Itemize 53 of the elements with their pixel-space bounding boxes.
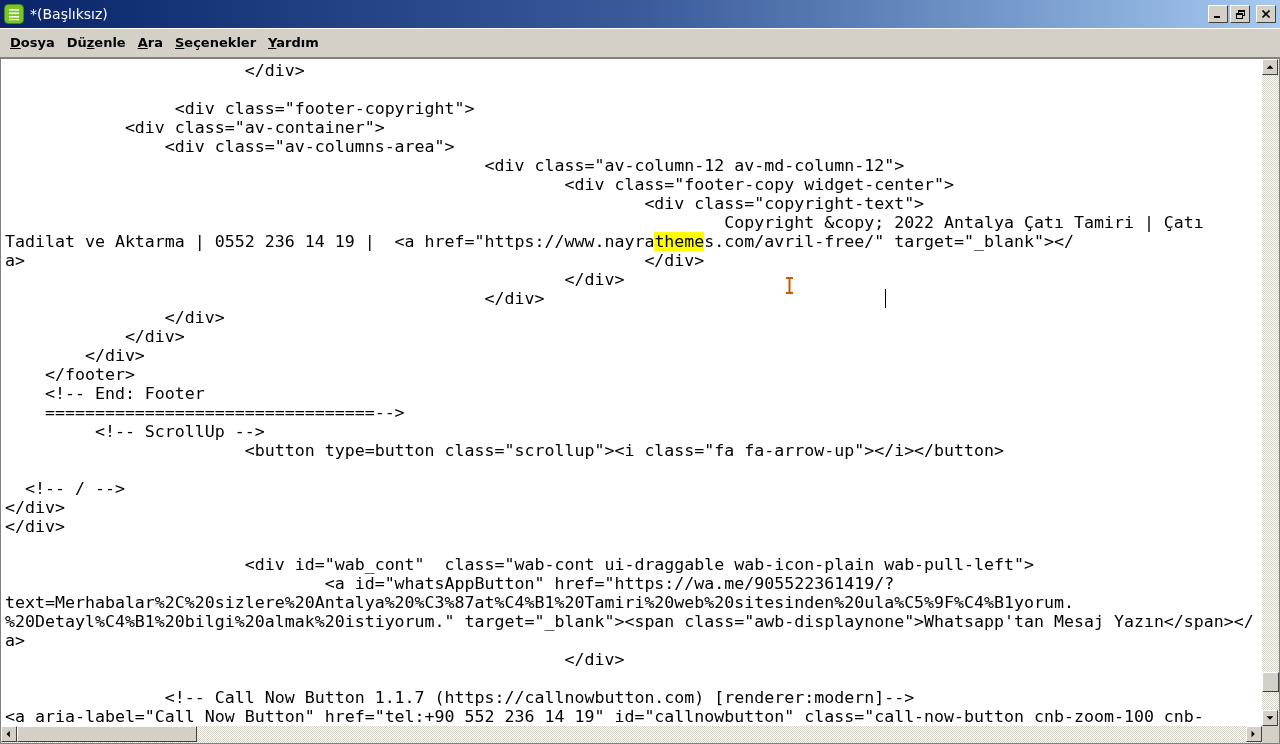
code-line: </div> [563, 650, 625, 669]
scroll-up-button[interactable] [1262, 59, 1278, 75]
code-line: Tadilat ve Aktarma | 0552 236 14 19 | <a href="https://www.nayrathemes.com/avril-free/" target="_blank"></ [5, 232, 1074, 251]
code-line: </div> [5, 498, 65, 517]
code-line: <a aria-label="Call Now Button" href="tel:+90 552 236 14 19" id="callnowbutton" class="call-now-button cnb-zoom-100 cnb- [5, 707, 1204, 726]
code-line: text=Merhabalar%2C%20sizlere%20Antalya%20%C3%87at%C4%B1%20Tamiri%20web%20sitesinden%20ula%C5%9F%C4%B1yorum. [5, 593, 1074, 612]
code-line: </div> [483, 289, 545, 308]
code-line: <div class="footer-copy widget-center"> [563, 175, 955, 194]
code-line: </div> [243, 61, 305, 80]
code-line: <div class="av-columns-area"> [163, 137, 455, 156]
code-line: </div> [83, 346, 145, 365]
scroll-right-button[interactable] [1246, 726, 1262, 742]
code-line: %20Detayl%C4%B1%20bilgi%20almak%20istiyorum." target="_blank"><span class="awb-displaynone">Whatsapp'tan Mesaj Yazın</span></ [5, 612, 1254, 631]
code-line: <!-- ScrollUp --> [93, 422, 265, 441]
code-line: </footer> [43, 365, 135, 384]
code-line: <a id="whatsAppButton" href="https://wa.me/905522361419/? [323, 574, 895, 593]
menu-item[interactable]: Ara [131, 33, 169, 53]
code-line: a> </div> [5, 251, 705, 270]
scroll-thumb[interactable] [17, 726, 197, 742]
code-line: </div> [163, 308, 225, 327]
window-title: *(Başlıksız) [30, 4, 108, 24]
scroll-left-button[interactable] [1, 726, 17, 742]
ibeam-cursor-icon [785, 277, 794, 294]
code-line: <button type=button class="scrollup"><i class="fa fa-arrow-up"></i></button> [243, 441, 1005, 460]
code-line: <div class="av-column-12 av-md-column-12"> [483, 156, 905, 175]
code-line: </div> [5, 517, 65, 536]
code-line: <!-- / --> [23, 479, 125, 498]
code-line: <!-- Call Now Button 1.1.7 (https://callnowbutton.com) [renderer:modern]--> [163, 688, 915, 707]
code-line: </div> [123, 327, 185, 346]
horizontal-scrollbar[interactable] [1, 726, 1262, 743]
menu-item[interactable]: Düzenle [60, 33, 132, 53]
menu-item[interactable]: Yardım [262, 33, 325, 53]
scroll-thumb[interactable] [1262, 672, 1279, 692]
code-line: <div class="av-container"> [123, 118, 385, 137]
minimize-button[interactable] [1208, 5, 1228, 23]
menu-item[interactable]: Dosya [4, 33, 61, 53]
code-line: =================================--> [43, 403, 405, 422]
vertical-scrollbar[interactable] [1262, 59, 1279, 726]
code-line: Copyright &copy; 2022 Antalya Çatı Tamiri | Çatı [723, 213, 1204, 232]
scroll-down-button[interactable] [1262, 710, 1278, 726]
code-line: <!-- End: Footer [43, 384, 205, 403]
code-line: <div class="copyright-text"> [643, 194, 925, 213]
scrollbar-corner [1262, 726, 1279, 743]
code-line: <div class="footer-copyright"> [173, 99, 475, 118]
code-line: </div> [563, 270, 625, 289]
menu-item[interactable]: Seçenekler [168, 33, 263, 53]
close-button[interactable] [1256, 5, 1276, 23]
code-line: <div id="wab_cont" class="wab-cont ui-draggable wab-icon-plain wab-pull-left"> [243, 555, 1034, 574]
close-icon [1262, 10, 1270, 18]
restore-button[interactable] [1230, 5, 1250, 23]
code-line: a> [5, 631, 25, 650]
notepad-icon [4, 4, 24, 24]
restore-icon [1235, 9, 1245, 19]
